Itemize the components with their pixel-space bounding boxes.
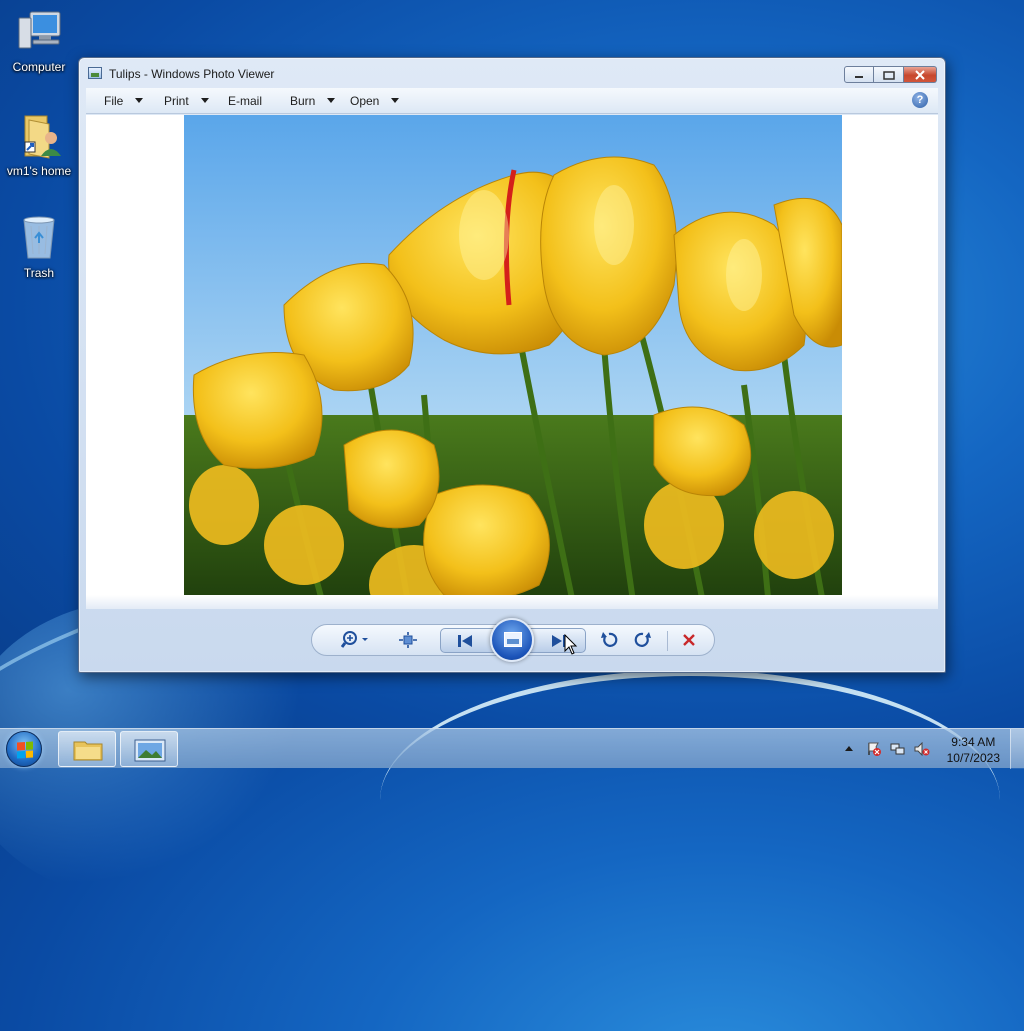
taskbar: 9:34 AM 10/7/2023 — [0, 728, 1024, 769]
slideshow-icon — [504, 632, 522, 647]
clock-date: 10/7/2023 — [946, 751, 1000, 765]
network-icon[interactable] — [890, 742, 906, 756]
show-hidden-icons-icon[interactable] — [844, 742, 854, 756]
maximize-button[interactable] — [874, 66, 904, 83]
volume-muted-icon[interactable] — [914, 742, 930, 756]
clock-time: 9:34 AM — [951, 735, 996, 749]
taskbar-file-explorer[interactable] — [58, 731, 116, 767]
slideshow-button[interactable] — [490, 618, 534, 662]
show-desktop-button[interactable] — [1010, 729, 1024, 769]
tulips-photo — [184, 115, 842, 608]
photo-viewer-window: Tulips - Windows Photo Viewer File Print… — [78, 57, 946, 673]
menu-file[interactable]: File — [104, 94, 144, 108]
viewer-toolbar — [311, 618, 715, 662]
start-button[interactable] — [6, 731, 42, 767]
windows-logo-icon — [17, 741, 33, 759]
menu-open[interactable]: Open — [350, 94, 400, 108]
system-tray: 9:34 AM 10/7/2023 — [824, 729, 1024, 769]
title-bar[interactable]: Tulips - Windows Photo Viewer — [79, 58, 945, 88]
rotate-counterclockwise-button[interactable] — [596, 629, 622, 651]
zoom-icon — [341, 631, 368, 648]
minimize-icon — [855, 75, 863, 78]
chevron-down-icon — [391, 98, 400, 103]
cursor-arrow-icon — [564, 633, 578, 655]
actual-size-button[interactable] — [396, 629, 420, 651]
desktop-icon-label: Computer — [12, 60, 66, 74]
taskbar-photo-viewer[interactable] — [120, 731, 178, 767]
delete-icon — [683, 634, 695, 646]
desktop-icon-trash[interactable]: Trash — [1, 214, 77, 280]
computer-icon — [15, 8, 63, 56]
rotate-clockwise-icon — [634, 632, 651, 647]
wallpaper-swoosh-bright — [380, 670, 1000, 930]
help-button[interactable]: ? — [912, 92, 928, 108]
desktop-icon-label: vm1's home — [6, 164, 72, 178]
menu-label: Open — [350, 94, 380, 108]
zoom-button[interactable] — [338, 629, 374, 651]
file-explorer-icon — [73, 741, 103, 761]
menu-label: File — [104, 94, 124, 108]
close-button[interactable] — [904, 66, 937, 83]
delete-button[interactable] — [676, 629, 702, 651]
window-title: Tulips - Windows Photo Viewer — [109, 67, 275, 81]
desktop-icon-label: Trash — [23, 266, 55, 280]
menu-email[interactable]: E-mail — [228, 94, 262, 108]
previous-icon — [458, 635, 472, 647]
action-center-icon[interactable] — [866, 742, 882, 756]
previous-button[interactable] — [451, 630, 479, 652]
menu-bar: File Print E-mail Burn Open ? — [86, 88, 938, 114]
photo-viewer-icon — [134, 739, 166, 762]
minimize-button[interactable] — [844, 66, 874, 83]
menu-burn[interactable]: Burn — [290, 94, 336, 108]
home-folder-icon — [15, 112, 63, 160]
toolbar-separator — [667, 631, 668, 651]
recycle-bin-icon — [15, 214, 63, 262]
actual-size-icon — [399, 632, 417, 648]
restore-icon — [882, 70, 895, 80]
rotate-clockwise-button[interactable] — [630, 629, 656, 651]
menu-label: Burn — [290, 94, 316, 108]
menu-label: Print — [164, 94, 189, 108]
photo-viewer-app-icon — [88, 67, 102, 79]
chevron-down-icon — [200, 98, 209, 103]
caption-buttons — [844, 66, 937, 83]
menu-label: E-mail — [228, 94, 263, 108]
desktop-icon-computer[interactable]: Computer — [1, 8, 77, 74]
chevron-down-icon — [327, 98, 336, 103]
close-icon — [915, 69, 925, 80]
clock[interactable]: 9:34 AM 10/7/2023 — [947, 734, 1000, 766]
chevron-down-icon — [135, 98, 144, 103]
image-viewing-area — [86, 115, 938, 609]
viewer-bottom-shade — [86, 595, 938, 609]
rotate-counterclockwise-icon — [601, 632, 618, 647]
desktop-icon-home[interactable]: vm1's home — [1, 112, 77, 178]
menu-print[interactable]: Print — [164, 94, 209, 108]
help-icon: ? — [916, 94, 924, 106]
